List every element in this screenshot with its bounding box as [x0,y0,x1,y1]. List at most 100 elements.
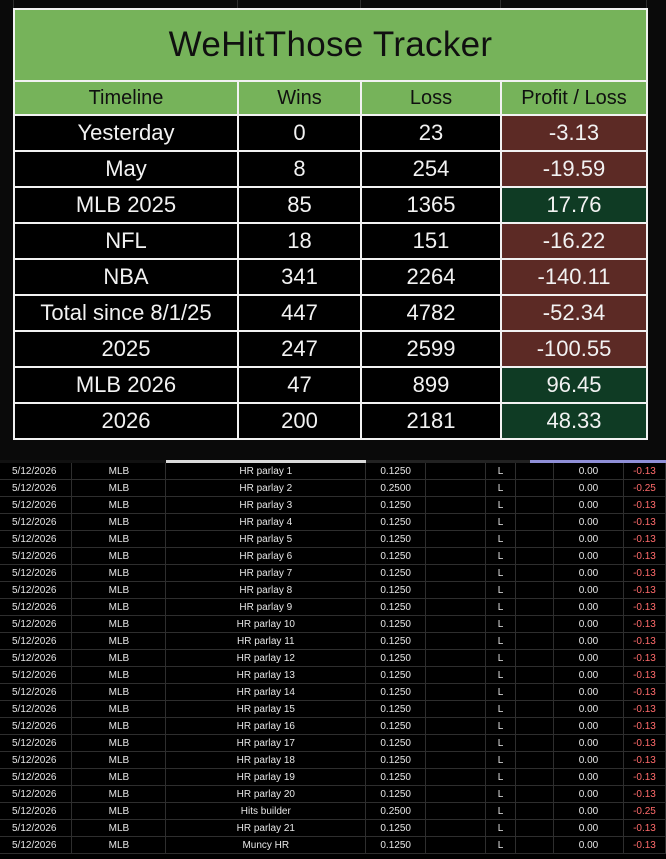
bet-league-cell[interactable]: MLB [71,700,167,718]
bet-profit-loss-cell[interactable]: -0.13 [623,768,666,786]
bet-name-cell[interactable]: HR parlay 4 [165,513,367,531]
bet-payout-cell[interactable]: 0.00 [553,785,624,803]
summary-profit-loss-cell[interactable]: -140.11 [500,258,648,296]
bet-stake-cell[interactable]: 0.1250 [365,700,427,718]
summary-wins-cell[interactable]: 0 [237,114,362,152]
empty-cell[interactable] [425,836,487,854]
bet-result-cell[interactable]: L [485,463,517,480]
bet-payout-cell[interactable]: 0.00 [553,581,624,599]
bet-result-cell[interactable]: L [485,836,517,854]
bet-stake-cell[interactable]: 0.1250 [365,819,427,837]
empty-cell[interactable] [515,751,554,769]
bet-payout-cell[interactable]: 0.00 [553,836,624,854]
empty-cell[interactable] [515,598,554,616]
empty-cell[interactable] [425,615,487,633]
empty-cell[interactable] [515,836,554,854]
bet-profit-loss-cell[interactable]: -0.13 [623,581,666,599]
bet-league-cell[interactable]: MLB [71,734,167,752]
bet-league-cell[interactable]: MLB [71,819,167,837]
bet-league-cell[interactable]: MLB [71,547,167,565]
summary-wins-cell[interactable]: 447 [237,294,362,332]
summary-timeline-cell[interactable]: NBA [13,258,239,296]
summary-timeline-cell[interactable]: Yesterday [13,114,239,152]
bet-payout-cell[interactable]: 0.00 [553,717,624,735]
bet-payout-cell[interactable]: 0.00 [553,513,624,531]
header-wins[interactable]: Wins [237,80,362,116]
empty-cell[interactable] [515,632,554,650]
bet-league-cell[interactable]: MLB [71,530,167,548]
bet-profit-loss-cell[interactable]: -0.13 [623,547,666,565]
bet-stake-cell[interactable]: 0.1250 [365,734,427,752]
empty-cell[interactable] [425,479,487,497]
bet-league-cell[interactable]: MLB [71,785,167,803]
bet-date-cell[interactable]: 5/12/2026 [0,598,73,616]
empty-cell[interactable] [425,496,487,514]
bet-profit-loss-cell[interactable]: -0.13 [623,615,666,633]
bet-result-cell[interactable]: L [485,768,517,786]
summary-profit-loss-cell[interactable]: -100.55 [500,330,648,368]
bet-stake-cell[interactable]: 0.1250 [365,836,427,854]
bet-league-cell[interactable]: MLB [71,615,167,633]
bet-result-cell[interactable]: L [485,581,517,599]
bet-result-cell[interactable]: L [485,717,517,735]
tracker-title[interactable]: WeHitThose Tracker [13,8,648,82]
summary-timeline-cell[interactable]: 2025 [13,330,239,368]
bet-league-cell[interactable]: MLB [71,836,167,854]
bet-result-cell[interactable]: L [485,564,517,582]
empty-cell[interactable] [425,649,487,667]
bet-date-cell[interactable]: 5/12/2026 [0,751,73,769]
empty-cell[interactable] [515,700,554,718]
empty-cell[interactable] [425,768,487,786]
bet-league-cell[interactable]: MLB [71,666,167,684]
empty-cell[interactable] [425,513,487,531]
bet-result-cell[interactable]: L [485,632,517,650]
bet-league-cell[interactable]: MLB [71,513,167,531]
bet-profit-loss-cell[interactable]: -0.13 [623,666,666,684]
bet-date-cell[interactable]: 5/12/2026 [0,615,73,633]
bet-profit-loss-cell[interactable]: -0.13 [623,683,666,701]
bet-name-cell[interactable]: HR parlay 3 [165,496,367,514]
bet-league-cell[interactable]: MLB [71,768,167,786]
bet-profit-loss-cell[interactable]: -0.13 [623,530,666,548]
header-profit-loss[interactable]: Profit / Loss [500,80,648,116]
bet-date-cell[interactable]: 5/12/2026 [0,581,73,599]
summary-wins-cell[interactable]: 85 [237,186,362,224]
bet-result-cell[interactable]: L [485,700,517,718]
summary-wins-cell[interactable]: 8 [237,150,362,188]
bet-league-cell[interactable]: MLB [71,496,167,514]
bet-payout-cell[interactable]: 0.00 [553,802,624,820]
bet-result-cell[interactable]: L [485,734,517,752]
bet-name-cell[interactable]: HR parlay 17 [165,734,367,752]
empty-cell[interactable] [515,683,554,701]
empty-cell[interactable] [515,615,554,633]
bet-payout-cell[interactable]: 0.00 [553,700,624,718]
empty-cell[interactable] [425,564,487,582]
bet-league-cell[interactable]: MLB [71,479,167,497]
bet-stake-cell[interactable]: 0.1250 [365,683,427,701]
empty-cell[interactable] [425,632,487,650]
bet-result-cell[interactable]: L [485,683,517,701]
bet-name-cell[interactable]: HR parlay 6 [165,547,367,565]
bet-name-cell[interactable]: Muncy HR [165,836,367,854]
bet-result-cell[interactable]: L [485,615,517,633]
empty-cell[interactable] [515,717,554,735]
summary-wins-cell[interactable]: 247 [237,330,362,368]
bet-payout-cell[interactable]: 0.00 [553,632,624,650]
bet-date-cell[interactable]: 5/12/2026 [0,463,73,480]
bet-payout-cell[interactable]: 0.00 [553,819,624,837]
bet-league-cell[interactable]: MLB [71,581,167,599]
bet-profit-loss-cell[interactable]: -0.13 [623,717,666,735]
bet-name-cell[interactable]: HR parlay 2 [165,479,367,497]
bet-league-cell[interactable]: MLB [71,751,167,769]
bet-stake-cell[interactable]: 0.1250 [365,717,427,735]
bet-profit-loss-cell[interactable]: -0.25 [623,479,666,497]
summary-profit-loss-cell[interactable]: 17.76 [500,186,648,224]
empty-cell[interactable] [425,581,487,599]
summary-wins-cell[interactable]: 47 [237,366,362,404]
empty-cell[interactable] [515,496,554,514]
bet-name-cell[interactable]: HR parlay 16 [165,717,367,735]
bet-profit-loss-cell[interactable]: -0.13 [623,734,666,752]
bet-name-cell[interactable]: HR parlay 20 [165,785,367,803]
bet-result-cell[interactable]: L [485,649,517,667]
bet-date-cell[interactable]: 5/12/2026 [0,700,73,718]
